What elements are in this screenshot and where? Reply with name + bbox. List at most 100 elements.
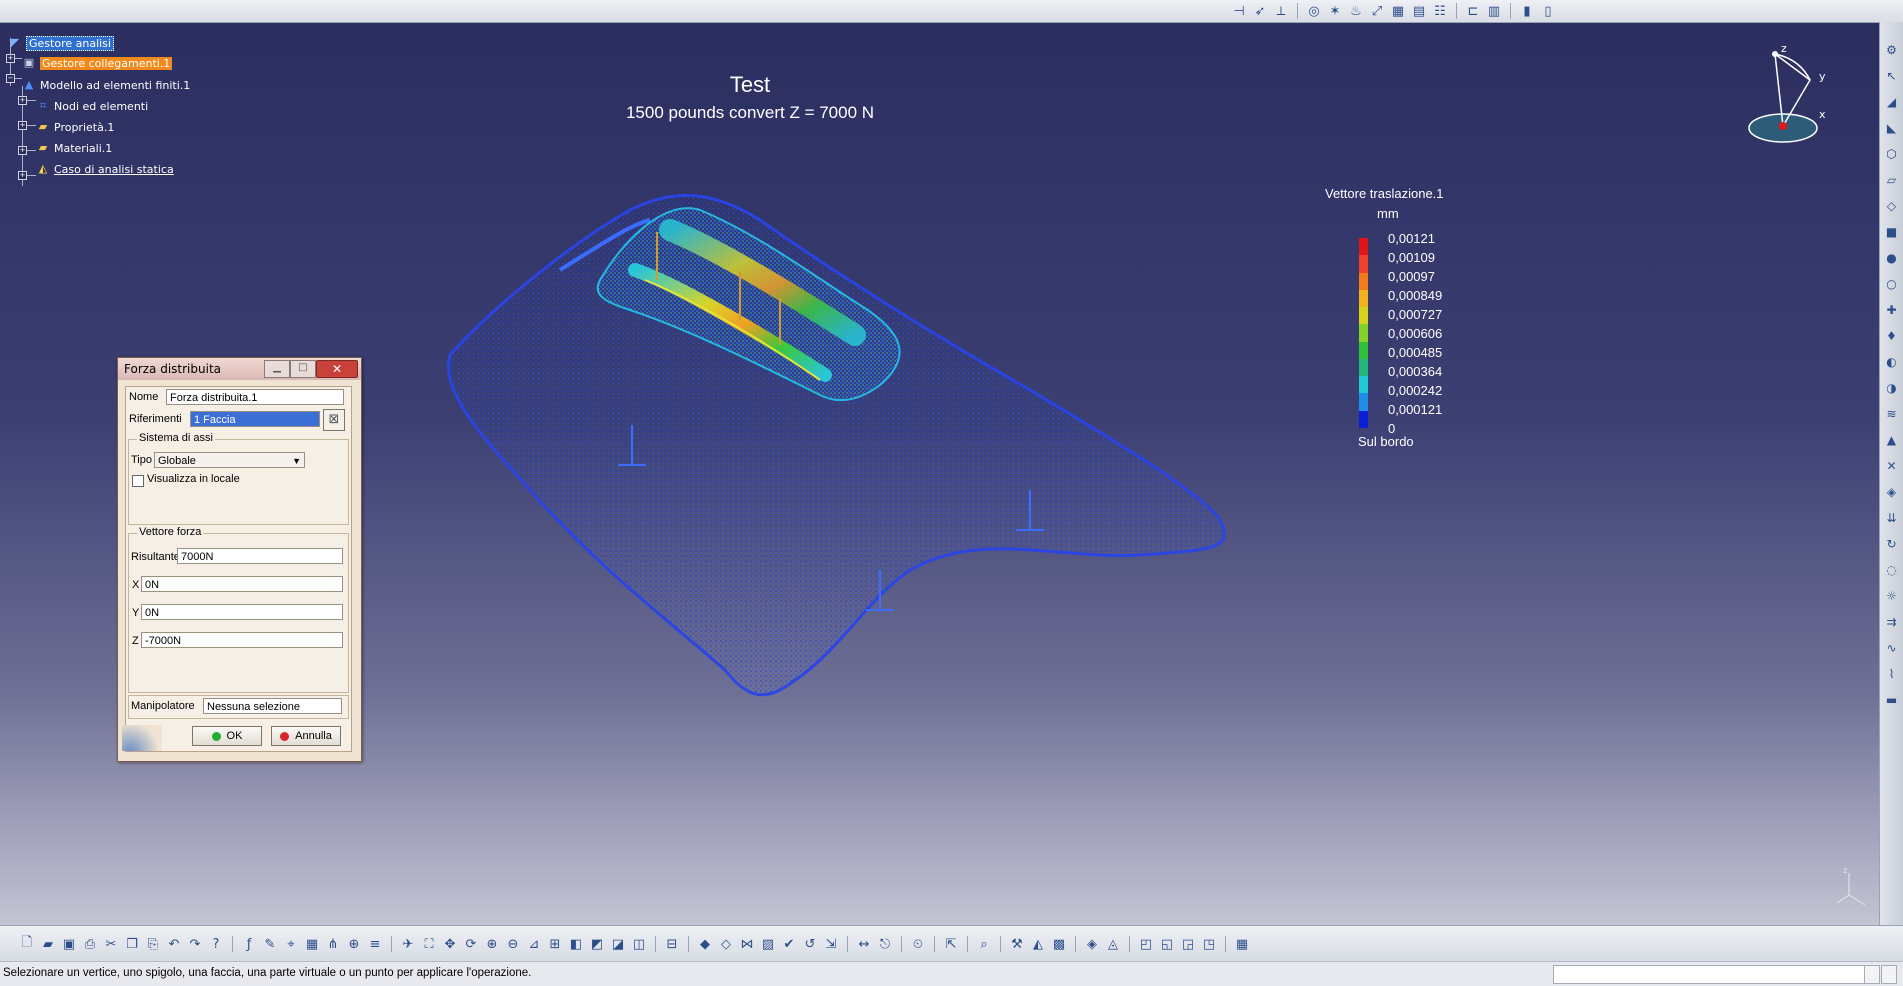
zoom-out-icon[interactable]: ⊖ bbox=[504, 935, 522, 953]
rotate-icon[interactable]: ⟳ bbox=[462, 935, 480, 953]
shading-icon[interactable]: ◲ bbox=[1179, 935, 1197, 953]
expand-toggle[interactable]: + bbox=[18, 96, 27, 105]
command-input[interactable] bbox=[1553, 965, 1865, 984]
tree-item-links-manager[interactable]: ▣ Gestore collegamenti.1 bbox=[22, 54, 173, 72]
ok-button[interactable]: OK bbox=[192, 726, 262, 746]
expand-toggle[interactable]: + bbox=[18, 121, 27, 130]
hide-show-icon[interactable]: ◪ bbox=[609, 935, 627, 953]
minimize-button[interactable]: ▁ bbox=[264, 360, 290, 378]
displacement-icon[interactable]: ⤢ bbox=[1368, 2, 1386, 20]
zoom-in-icon[interactable]: ⊕ bbox=[483, 935, 501, 953]
history-icon[interactable]: ⏲ bbox=[909, 935, 927, 953]
connection-icon[interactable]: ✚ bbox=[1884, 300, 1900, 320]
front-view-icon[interactable]: ◰ bbox=[1137, 935, 1155, 953]
redo-icon[interactable]: ↷ bbox=[186, 935, 204, 953]
expand-toggle[interactable]: + bbox=[18, 171, 27, 180]
comment-icon[interactable]: ✎ bbox=[261, 935, 279, 953]
bearing-icon[interactable]: ◌ bbox=[1884, 560, 1900, 580]
stress-icon[interactable]: ♨ bbox=[1347, 2, 1365, 20]
rigid-icon[interactable]: ◑ bbox=[1884, 378, 1900, 398]
report-icon[interactable]: ☷ bbox=[1431, 2, 1449, 20]
manipulator-field[interactable]: Nessuna selezione bbox=[203, 698, 342, 714]
capture-icon[interactable]: ⎋ bbox=[876, 935, 894, 953]
gear-icon[interactable]: ⚙ bbox=[1884, 40, 1900, 60]
group-icon[interactable]: ○ bbox=[1884, 274, 1900, 294]
shading-edges-icon[interactable]: ◳ bbox=[1200, 935, 1218, 953]
back-view-icon[interactable]: ◱ bbox=[1158, 935, 1176, 953]
fly-icon[interactable]: ✈ bbox=[399, 935, 417, 953]
cancel-button[interactable]: Annulla bbox=[271, 726, 341, 746]
output-icon[interactable]: ▬ bbox=[1884, 690, 1900, 710]
print-icon[interactable]: ⎙ bbox=[81, 935, 99, 953]
mesh-check-icon[interactable]: ✔ bbox=[780, 935, 798, 953]
virtual-part-icon[interactable]: ♦ bbox=[1884, 326, 1900, 346]
tree-item-fem-model[interactable]: ▲ Modello ad elementi finiti.1 bbox=[22, 76, 191, 94]
help-icon[interactable]: ? bbox=[207, 935, 225, 953]
paste-icon[interactable]: ⎘ bbox=[144, 935, 162, 953]
lock-icon[interactable]: ⊕ bbox=[345, 935, 363, 953]
beam-icon[interactable]: ▱ bbox=[1884, 170, 1900, 190]
formula-icon[interactable]: ƒ bbox=[240, 935, 258, 953]
catalog-icon[interactable]: ⊟ bbox=[663, 935, 681, 953]
load-icon[interactable]: ➶ bbox=[1251, 2, 1269, 20]
compute-icon[interactable]: ◎ bbox=[1305, 2, 1323, 20]
sensor-icon[interactable]: ⊏ bbox=[1464, 2, 1482, 20]
calculator-icon[interactable]: ▦ bbox=[1233, 935, 1251, 953]
color-map-icon[interactable]: ▩ bbox=[1050, 935, 1068, 953]
solid-icon[interactable]: ■ bbox=[1884, 222, 1900, 242]
weld-icon[interactable]: ◈ bbox=[1884, 482, 1900, 502]
fit-all-icon[interactable]: ⛶ bbox=[420, 935, 438, 953]
multi-view-icon[interactable]: ⊞ bbox=[546, 935, 564, 953]
shell-icon[interactable]: ◇ bbox=[1884, 196, 1900, 216]
y-field[interactable]: 0N bbox=[141, 604, 343, 620]
close-button[interactable]: ✕ bbox=[316, 360, 358, 378]
deformation-icon[interactable]: ✶ bbox=[1326, 2, 1344, 20]
principal-stress-icon[interactable]: ▦ bbox=[1389, 2, 1407, 20]
spring-icon[interactable]: ≋ bbox=[1884, 404, 1900, 424]
octree-icon[interactable]: ⬡ bbox=[1884, 144, 1900, 164]
new-file-icon[interactable]: 🗋 bbox=[18, 935, 36, 953]
tree-item-materials[interactable]: ▰ Materiali.1 bbox=[36, 139, 112, 157]
dialog-titlebar[interactable]: Forza distribuita ▁ □ ✕ bbox=[118, 358, 361, 380]
fit-all-in-icon[interactable]: ↔ bbox=[855, 935, 873, 953]
temperature-icon[interactable]: ☼ bbox=[1884, 586, 1900, 606]
mesh-export-icon[interactable]: ⇲ bbox=[822, 935, 840, 953]
buckling-icon[interactable]: ⌇ bbox=[1884, 664, 1900, 684]
frequency-icon[interactable]: ∿ bbox=[1884, 638, 1900, 658]
moment-icon[interactable]: ↻ bbox=[1884, 534, 1900, 554]
command-button[interactable] bbox=[1864, 965, 1880, 984]
cut-view-icon[interactable]: ◭ bbox=[1029, 935, 1047, 953]
iso-view-icon[interactable]: ◧ bbox=[567, 935, 585, 953]
mesh-update-icon[interactable]: ↺ bbox=[801, 935, 819, 953]
cut-icon[interactable]: ✂ bbox=[102, 935, 120, 953]
contact-icon[interactable]: ◐ bbox=[1884, 352, 1900, 372]
swap-space-icon[interactable]: ◫ bbox=[630, 935, 648, 953]
z-field[interactable]: -7000N bbox=[141, 632, 343, 648]
table-icon[interactable]: ▥ bbox=[1485, 2, 1503, 20]
copy-icon[interactable]: ❐ bbox=[123, 935, 141, 953]
pressure-icon[interactable]: ⇊ bbox=[1884, 508, 1900, 528]
cut-plane-icon[interactable]: ▯ bbox=[1539, 2, 1557, 20]
tree-item-static-case[interactable]: ◭ Caso di analisi statica bbox=[36, 160, 174, 178]
enforced-icon[interactable]: ⇉ bbox=[1884, 612, 1900, 632]
collapse-toggle[interactable]: − bbox=[6, 74, 15, 83]
expand-toggle[interactable]: + bbox=[6, 54, 15, 63]
select-icon[interactable]: ↖ bbox=[1884, 66, 1900, 86]
expand-toggle[interactable]: + bbox=[18, 146, 27, 155]
type-select[interactable]: Globale ▼ bbox=[154, 452, 305, 468]
analysis-tools-icon[interactable]: ⚒ bbox=[1008, 935, 1026, 953]
references-field[interactable]: 1 Faccia bbox=[190, 411, 320, 427]
pan-icon[interactable]: ✥ bbox=[441, 935, 459, 953]
restraint-icon[interactable]: ⟂ bbox=[1272, 2, 1290, 20]
undo-icon[interactable]: ↶ bbox=[165, 935, 183, 953]
mesh-part-icon[interactable]: ◢ bbox=[1884, 92, 1900, 112]
measure-icon[interactable]: ⌖ bbox=[282, 935, 300, 953]
image-icon[interactable]: ▤ bbox=[1410, 2, 1428, 20]
animate-icon[interactable]: ▮ bbox=[1518, 2, 1536, 20]
material-icon[interactable]: ● bbox=[1884, 248, 1900, 268]
mesh-visual-icon[interactable]: ◆ bbox=[696, 935, 714, 953]
tree-icon[interactable]: ⋔ bbox=[324, 935, 342, 953]
wireframe-icon[interactable]: ◬ bbox=[1104, 935, 1122, 953]
mesh-edges-icon[interactable]: ⋈ bbox=[738, 935, 756, 953]
open-folder-icon[interactable]: ▰ bbox=[39, 935, 57, 953]
